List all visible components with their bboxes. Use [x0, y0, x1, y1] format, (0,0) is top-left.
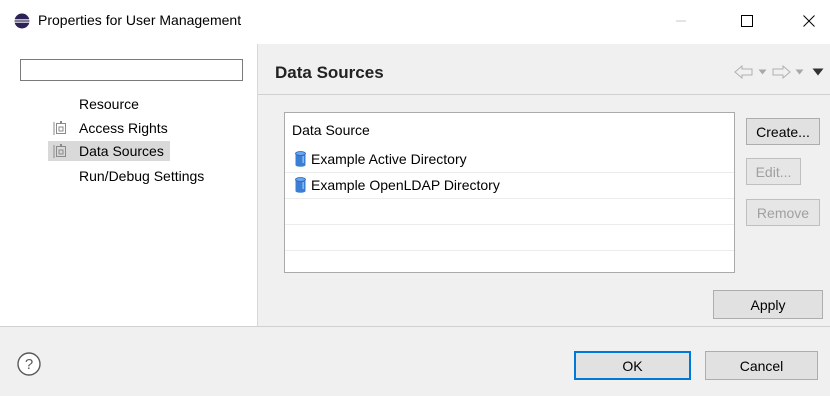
data-source-name: Example OpenLDAP Directory: [311, 177, 500, 193]
tree-item-label: Run/Debug Settings: [79, 168, 205, 184]
property-page: Data Sources Data Source Example Active …: [258, 44, 830, 326]
svg-text:?: ?: [25, 356, 33, 373]
tree-item-label: Data Sources: [79, 143, 164, 159]
dialog-button-bar: ? OK Cancel: [0, 326, 830, 396]
edit-button[interactable]: Edit...: [746, 158, 801, 185]
database-icon: [295, 177, 306, 193]
cancel-button[interactable]: Cancel: [705, 351, 818, 380]
column-header: Data Source: [292, 122, 370, 138]
page-navigation: [734, 65, 824, 79]
page-header: Data Sources: [258, 44, 830, 95]
tree-item-resource[interactable]: Resource: [79, 94, 139, 114]
close-icon: [803, 15, 815, 27]
table-row: [285, 225, 734, 251]
chevron-down-icon[interactable]: [758, 69, 767, 75]
tree-item-data-sources[interactable]: Data Sources: [48, 141, 170, 161]
create-button[interactable]: Create...: [746, 118, 820, 145]
help-icon[interactable]: ?: [17, 352, 41, 376]
table-row: [285, 199, 734, 225]
table-row[interactable]: Example OpenLDAP Directory: [285, 173, 734, 199]
apply-button[interactable]: Apply: [713, 290, 823, 319]
filter-input[interactable]: [20, 59, 243, 81]
minimize-button[interactable]: [658, 6, 704, 36]
data-source-name: Example Active Directory: [311, 151, 467, 167]
maximize-icon: [741, 15, 753, 27]
ok-button[interactable]: OK: [574, 351, 691, 380]
page-title: Data Sources: [275, 63, 384, 82]
window-title: Properties for User Management: [38, 12, 242, 28]
tree-item-label: Resource: [79, 96, 139, 112]
close-button[interactable]: [788, 6, 830, 36]
remove-button[interactable]: Remove: [746, 199, 820, 226]
back-arrow-icon[interactable]: [734, 65, 754, 79]
maximize-button[interactable]: [724, 6, 770, 36]
property-tree-pane: Resource Access Rights Data Sources Run/…: [0, 44, 258, 326]
eclipse-icon: [14, 13, 30, 29]
tree-item-access-rights[interactable]: Access Rights: [53, 118, 168, 138]
property-page-icon: [53, 144, 66, 158]
title-bar: Properties for User Management: [0, 0, 830, 44]
chevron-down-icon[interactable]: [795, 69, 804, 75]
tree-item-label: Access Rights: [79, 120, 168, 136]
table-row[interactable]: Example Active Directory: [285, 147, 734, 173]
view-menu-icon[interactable]: [812, 68, 824, 76]
database-icon: [295, 151, 306, 167]
property-page-icon: [53, 121, 66, 135]
forward-arrow-icon[interactable]: [771, 65, 791, 79]
minimize-icon: [676, 20, 686, 22]
data-sources-table: Data Source Example Active Directory Exa…: [284, 112, 735, 273]
tree-item-run-debug-settings[interactable]: Run/Debug Settings: [79, 166, 204, 186]
